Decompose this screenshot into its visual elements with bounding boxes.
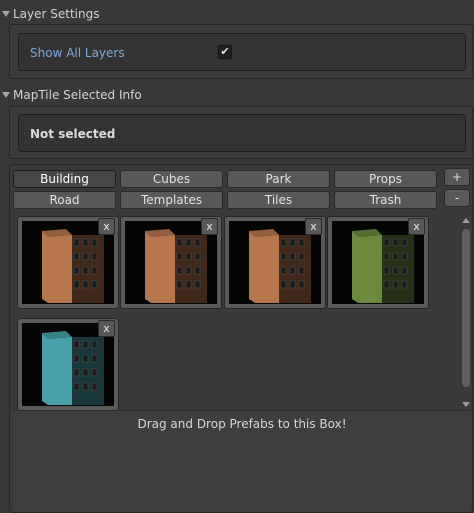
- tab-road[interactable]: Road: [13, 191, 116, 209]
- remove-prefab-button[interactable]: x: [201, 218, 218, 235]
- close-icon: x: [310, 220, 317, 233]
- layer-settings-title: Layer Settings: [13, 7, 100, 21]
- tab-trash[interactable]: Trash: [334, 191, 437, 209]
- layer-settings-foldout[interactable]: Layer Settings: [0, 4, 474, 24]
- tab-park[interactable]: Park: [227, 170, 330, 188]
- maptile-info-foldout[interactable]: MapTile Selected Info: [0, 85, 474, 105]
- close-icon: x: [206, 220, 213, 233]
- checkmark-icon: ✔: [220, 45, 230, 58]
- show-all-layers-label: Show All Layers: [30, 46, 125, 60]
- drop-hint-text: Drag and Drop Prefabs to this Box!: [137, 417, 347, 431]
- show-all-layers-box: Show All Layers ✔: [18, 33, 466, 71]
- prefab-tile[interactable]: x: [17, 216, 119, 309]
- remove-prefab-button[interactable]: x: [305, 218, 322, 235]
- foldout-arrow-icon: [2, 11, 10, 17]
- close-icon: x: [103, 322, 110, 335]
- scroll-down-arrow-icon[interactable]: [462, 402, 470, 407]
- scroll-up-arrow-icon[interactable]: [462, 218, 470, 223]
- close-icon: x: [103, 220, 110, 233]
- prefab-tile[interactable]: x: [327, 216, 429, 309]
- layer-settings-panel: Show All Layers ✔: [9, 24, 473, 79]
- add-category-button[interactable]: +: [444, 168, 470, 186]
- prefab-tile[interactable]: x: [224, 216, 326, 309]
- remove-category-button[interactable]: -: [444, 189, 470, 207]
- remove-prefab-button[interactable]: x: [98, 218, 115, 235]
- maptile-info-panel: Not selected: [9, 106, 473, 159]
- show-all-layers-checkbox[interactable]: ✔: [218, 45, 232, 59]
- remove-prefab-button[interactable]: x: [98, 320, 115, 337]
- prefab-tile[interactable]: x: [17, 318, 119, 411]
- remove-prefab-button[interactable]: x: [408, 218, 425, 235]
- tab-cubes[interactable]: Cubes: [120, 170, 223, 188]
- prefab-scrollbar[interactable]: [459, 215, 473, 410]
- maptile-status-box: Not selected: [18, 114, 466, 152]
- tab-props[interactable]: Props: [334, 170, 437, 188]
- tab-building[interactable]: Building: [13, 170, 116, 188]
- scrollbar-thumb[interactable]: [462, 229, 470, 387]
- prefab-drop-area[interactable]: Drag and Drop Prefabs to this Box!: [13, 410, 471, 512]
- tab-tiles[interactable]: Tiles: [227, 191, 330, 209]
- foldout-arrow-icon: [2, 92, 10, 98]
- close-icon: x: [413, 220, 420, 233]
- tab-templates[interactable]: Templates: [120, 191, 223, 209]
- prefab-tile[interactable]: x: [120, 216, 222, 309]
- maptile-status-text: Not selected: [30, 127, 116, 141]
- maptile-info-title: MapTile Selected Info: [13, 88, 142, 102]
